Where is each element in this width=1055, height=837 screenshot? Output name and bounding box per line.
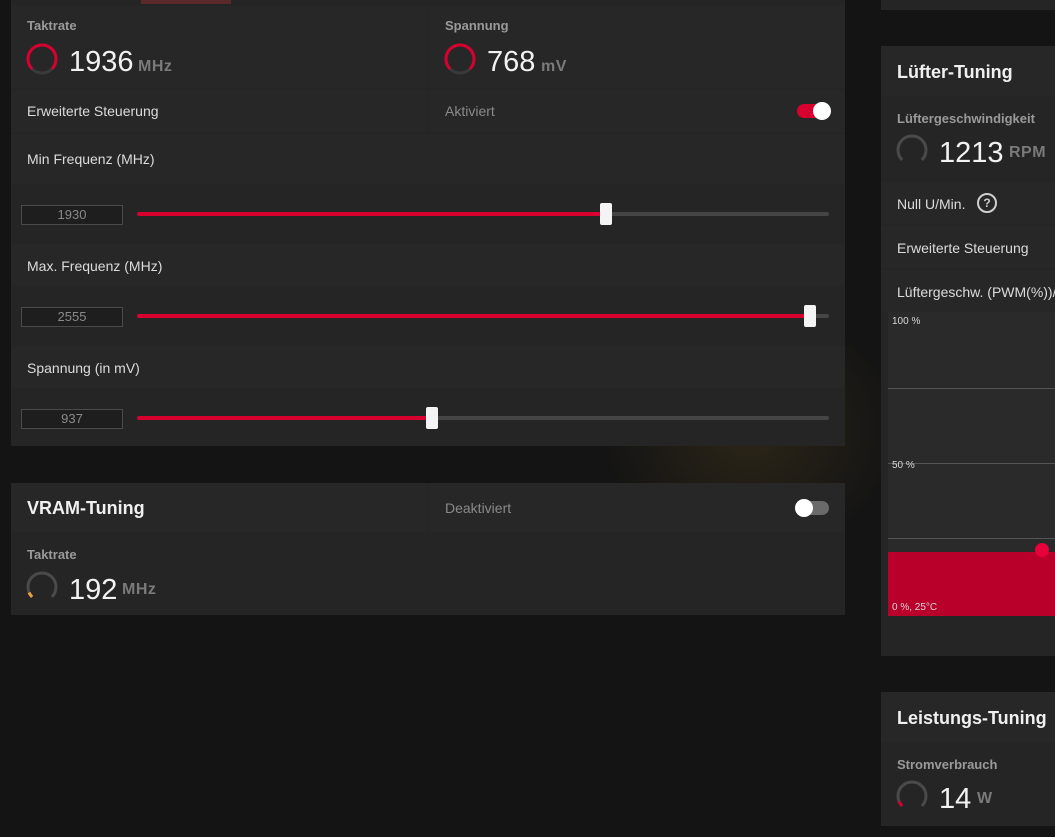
- chart-y-top-label: 100 %: [892, 316, 921, 327]
- vram-clock-label: Taktrate: [27, 547, 77, 562]
- vram-clock-value: 192: [69, 574, 118, 606]
- power-title: Leistungs-Tuning: [897, 708, 1047, 728]
- vram-title-cell: VRAM-Tuning: [11, 483, 427, 532]
- chart-curve-point[interactable]: [1035, 543, 1049, 557]
- max-freq-input[interactable]: 2555: [21, 307, 123, 327]
- min-freq-header: Min Frequenz (MHz): [11, 134, 845, 184]
- max-freq-slider-thumb[interactable]: [804, 305, 817, 327]
- voltage-unit: mV: [541, 58, 567, 75]
- right-top-panel-edge: [881, 0, 1055, 10]
- vram-title: VRAM-Tuning: [27, 498, 145, 518]
- power-consumption-label: Stromverbrauch: [897, 757, 998, 772]
- fan-tuning-panel: Lüfter-Tuning Lüftergeschwindigkeit 1213…: [881, 46, 1055, 656]
- voltage-gauge-icon: [444, 43, 476, 75]
- max-freq-header: Max. Frequenz (MHz): [11, 244, 845, 286]
- clock-value: 1936: [69, 46, 134, 78]
- vram-clock-unit: MHz: [122, 581, 157, 598]
- fan-curve-label: Lüftergeschw. (PWM(%))/T: [897, 284, 1055, 300]
- clock-gauge-icon: [26, 43, 58, 75]
- min-freq-label: Min Frequenz (MHz): [27, 151, 155, 167]
- max-freq-slider[interactable]: [137, 305, 829, 327]
- max-freq-label: Max. Frequenz (MHz): [27, 258, 163, 274]
- voltage-input[interactable]: 937: [21, 409, 123, 429]
- zero-rpm-row: Null U/Min. ?: [881, 182, 1055, 224]
- power-unit: W: [977, 790, 993, 807]
- power-gauge-icon: [896, 780, 928, 807]
- fan-title: Lüfter-Tuning: [897, 62, 1013, 82]
- advanced-control-row: Erweiterte Steuerung: [11, 90, 427, 132]
- voltage-value: 768: [487, 46, 536, 78]
- min-freq-slider-thumb[interactable]: [600, 203, 613, 225]
- advanced-control-toggle[interactable]: [797, 102, 831, 120]
- power-tuning-panel: Leistungs-Tuning Stromverbrauch 14 W: [881, 692, 1055, 826]
- chart-origin-label: 0 %, 25°C: [892, 602, 938, 613]
- fan-speed-gauge-icon: [896, 134, 928, 161]
- voltage-slider-thumb[interactable]: [425, 407, 438, 429]
- fan-speed-label: Lüftergeschwindigkeit: [897, 111, 1035, 126]
- clock-unit: MHz: [138, 58, 173, 75]
- fan-title-cell: Lüfter-Tuning: [881, 46, 1055, 96]
- max-freq-slider-fill: [137, 314, 811, 318]
- vram-toggle[interactable]: [795, 499, 829, 517]
- fan-advanced-label: Erweiterte Steuerung: [897, 240, 1029, 256]
- fan-speed-unit: RPM: [1009, 144, 1047, 161]
- power-title-cell: Leistungs-Tuning: [881, 692, 1055, 742]
- zero-rpm-label: Null U/Min.: [897, 196, 966, 212]
- vram-clock-gauge-icon: [26, 571, 58, 598]
- fan-speed-value: 1213: [939, 137, 1004, 169]
- advanced-control-state: Aktiviert: [429, 90, 845, 132]
- voltage-slider-header: Spannung (in mV): [11, 346, 845, 388]
- fan-advanced-row: Erweiterte Steuerung: [881, 226, 1055, 268]
- vram-tuning-panel: VRAM-Tuning Deaktiviert Taktrate 192 MHz: [11, 483, 845, 615]
- gpu-tuning-panel: Taktrate 1936 MHz Spannung 768 mV Erweit…: [11, 0, 845, 446]
- clock-metric: Taktrate 1936 MHz: [11, 6, 427, 88]
- chart-y-mid-label: 50 %: [892, 460, 915, 471]
- chart-gridline-low: [888, 538, 1055, 539]
- vram-state-label: Deaktiviert: [445, 500, 512, 516]
- min-freq-slider[interactable]: [137, 203, 829, 225]
- clock-label: Taktrate: [27, 18, 77, 33]
- voltage-label: Spannung: [445, 18, 509, 33]
- min-freq-input[interactable]: 1930: [21, 205, 123, 225]
- voltage-metric: Spannung 768 mV: [429, 6, 845, 88]
- voltage-slider-fill: [137, 416, 432, 420]
- vram-state-cell: Deaktiviert: [429, 483, 845, 532]
- fan-curve-row: Lüftergeschw. (PWM(%))/T: [881, 270, 1055, 312]
- voltage-slider[interactable]: [137, 407, 829, 429]
- fan-curve-chart[interactable]: 100 % 50 % 0 %, 25°C: [888, 312, 1055, 616]
- power-value: 14: [939, 783, 972, 815]
- tab-highlight: [141, 0, 231, 4]
- chart-gridline-top: [888, 388, 1055, 389]
- advanced-control-label: Erweiterte Steuerung: [27, 103, 159, 119]
- advanced-state-label: Aktiviert: [445, 103, 495, 119]
- min-freq-slider-fill: [137, 212, 607, 216]
- voltage-slider-label: Spannung (in mV): [27, 360, 140, 376]
- help-icon[interactable]: ?: [977, 193, 997, 213]
